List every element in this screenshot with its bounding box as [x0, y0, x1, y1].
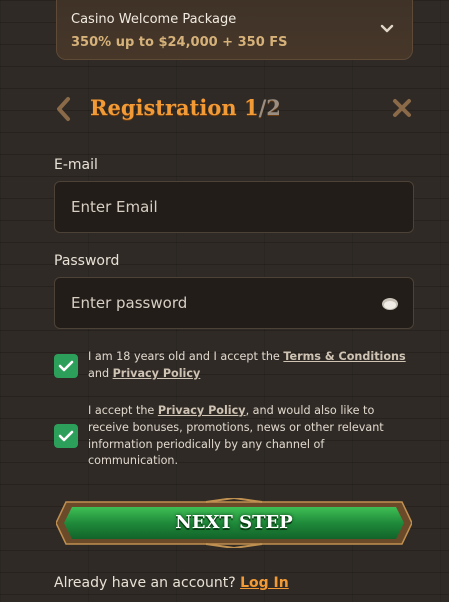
marketing-text: I accept the Privacy Policy, and would a… [88, 403, 408, 470]
welcome-package-dropdown[interactable]: Casino Welcome Package 350% up to $24,00… [56, 0, 413, 60]
age-terms-text: I am 18 years old and I accept the Terms… [88, 349, 408, 383]
next-step-button[interactable] [56, 498, 412, 548]
next-step-button-wrap: NEXT STEP [56, 490, 412, 554]
checkmark-icon [58, 430, 74, 442]
age-terms-text-and: and [88, 366, 113, 380]
title-text: Registration [90, 95, 244, 120]
password-field[interactable] [55, 278, 413, 328]
marketing-consent: I accept the Privacy Policy, and would a… [54, 403, 414, 471]
page-title: Registration 1/2 [90, 95, 281, 120]
password-field-container [54, 277, 414, 329]
log-in-link[interactable]: Log In [240, 575, 289, 591]
login-prompt-text: Already have an account? [54, 575, 241, 591]
promo-title: Casino Welcome Package [71, 12, 237, 27]
age-terms-checkbox[interactable] [54, 354, 78, 378]
eye-icon[interactable] [381, 296, 399, 312]
privacy-policy-link-2[interactable]: Privacy Policy [158, 404, 246, 417]
email-field[interactable] [55, 182, 413, 232]
age-terms-text-start: I am 18 years old and I accept the [88, 350, 284, 363]
marketing-checkbox[interactable] [54, 424, 78, 448]
back-arrow-icon[interactable] [54, 96, 74, 122]
password-label: Password [54, 253, 120, 269]
marketing-text-start: I accept the [88, 404, 158, 417]
promo-subtitle: 350% up to $24,000 + 350 FS [71, 35, 288, 50]
checkmark-icon [58, 360, 74, 372]
terms-conditions-link[interactable]: Terms & Conditions [283, 350, 405, 363]
chevron-down-icon[interactable] [380, 22, 394, 36]
step-total: /2 [258, 95, 281, 120]
email-field-container [54, 181, 414, 233]
close-icon[interactable] [392, 98, 412, 118]
email-label: E-mail [54, 157, 98, 173]
login-prompt: Already have an account? Log In [54, 575, 289, 591]
privacy-policy-link[interactable]: Privacy Policy [113, 367, 201, 380]
registration-header: Registration 1/2 [54, 92, 416, 126]
age-terms-consent: I am 18 years old and I accept the Terms… [54, 349, 414, 385]
step-current: 1 [243, 95, 259, 120]
